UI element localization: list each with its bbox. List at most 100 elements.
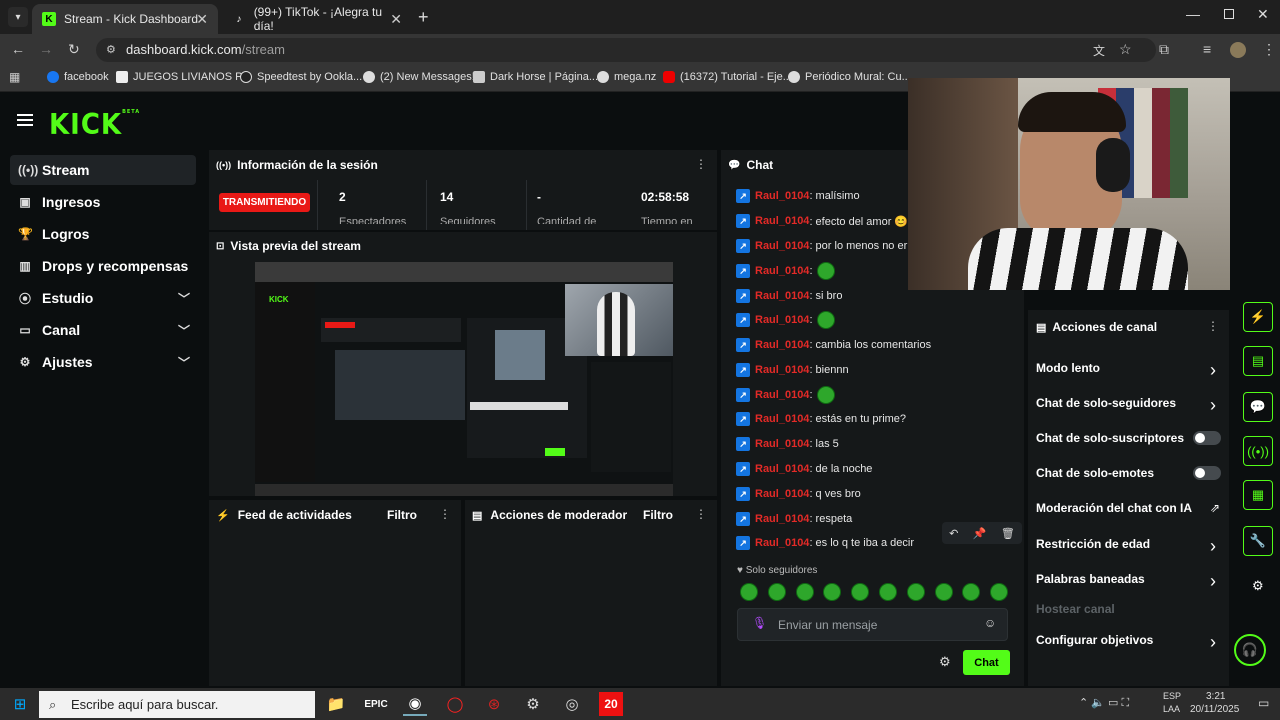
restore-button[interactable]: [1224, 9, 1234, 19]
layout-button[interactable]: ▦: [1243, 480, 1273, 510]
chevron-right-icon[interactable]: ›: [1210, 360, 1216, 381]
emote-picker-icon[interactable]: [795, 583, 814, 601]
translate-icon[interactable]: 文: [1093, 42, 1105, 59]
chat-message[interactable]: ↗ Raul_0104: efecto del amor 😊: [736, 212, 908, 230]
delete-icon[interactable]: 🗑: [1001, 527, 1015, 540]
channel-action-item[interactable]: Restricción de edad: [1036, 537, 1150, 551]
sidebar-item-ingresos[interactable]: ▣ Ingresos: [10, 187, 196, 217]
chat-username[interactable]: Raul_0104: [755, 314, 809, 326]
chat-username[interactable]: Raul_0104: [755, 290, 809, 302]
emote-picker-icon[interactable]: [906, 583, 925, 601]
extensions-icon[interactable]: ⧉: [1159, 41, 1169, 58]
chat-send-button[interactable]: Chat: [963, 650, 1010, 675]
microphone-icon[interactable]: 🎙: [752, 616, 767, 630]
more-options-icon[interactable]: ⋮: [695, 157, 707, 171]
channel-action-item[interactable]: Chat de solo-suscriptores: [1036, 431, 1184, 445]
media-icon[interactable]: ≡: [1203, 41, 1211, 57]
reply-icon[interactable]: ↶: [949, 527, 958, 540]
back-icon[interactable]: ←: [11, 41, 25, 57]
bookmark-facebook[interactable]: facebook: [47, 71, 109, 83]
chat-username[interactable]: Raul_0104: [755, 240, 809, 252]
emote-picker-icon[interactable]: [767, 583, 786, 601]
chat-username[interactable]: Raul_0104: [755, 438, 809, 450]
chevron-right-icon[interactable]: ›: [1210, 571, 1216, 592]
chat-message[interactable]: ↗ Raul_0104: por lo menos no er: [736, 237, 907, 255]
support-button[interactable]: 🎧: [1234, 634, 1266, 666]
analytics-icon[interactable]: ⇗: [1210, 501, 1220, 515]
minimize-button[interactable]: —: [1186, 6, 1200, 22]
site-info-icon[interactable]: ⚙: [106, 38, 116, 62]
tab-tiktok[interactable]: ♪ (99+) TikTok - ¡Alegra tu día! ✕: [222, 4, 412, 34]
chat-username[interactable]: Raul_0104: [755, 339, 809, 351]
chat-message[interactable]: ↗ Raul_0104: estás en tu prime?: [736, 410, 906, 428]
more-options-icon[interactable]: ⋮: [695, 507, 707, 521]
opera-icon[interactable]: ◯: [443, 692, 467, 716]
sidebar-item-logros[interactable]: 🏆 Logros: [10, 219, 196, 249]
chat-message[interactable]: ↗ Raul_0104:: [736, 311, 835, 329]
chat-username[interactable]: Raul_0104: [755, 190, 809, 202]
tools-button[interactable]: 🔧: [1243, 526, 1273, 556]
windows-start-icon[interactable]: ⊞: [8, 692, 32, 716]
notes-button[interactable]: ▤: [1243, 346, 1273, 376]
chat-message[interactable]: ↗ Raul_0104: cambia los comentarios: [736, 336, 931, 354]
file-explorer-icon[interactable]: 📁: [324, 692, 348, 716]
channel-action-item[interactable]: Configurar objetivos: [1036, 633, 1153, 647]
emote-picker-icon[interactable]: [740, 583, 758, 601]
bookmark-speedtest[interactable]: Speedtest by Ookla...: [240, 71, 362, 83]
activity-filter-button[interactable]: Filtro: [387, 508, 417, 522]
chat-username[interactable]: Raul_0104: [755, 537, 809, 549]
chat-message[interactable]: ↗ Raul_0104: de la noche: [736, 460, 872, 478]
close-window-button[interactable]: ✕: [1257, 6, 1269, 23]
apps-icon[interactable]: ▦: [9, 70, 20, 84]
clock-time[interactable]: 3:21: [1206, 691, 1225, 702]
bookmark-mega[interactable]: mega.nz: [597, 71, 656, 83]
new-tab-button[interactable]: +: [418, 7, 429, 28]
chat-username[interactable]: Raul_0104: [755, 389, 809, 401]
notifications-icon[interactable]: ▭: [1258, 696, 1269, 710]
chevron-right-icon[interactable]: ›: [1210, 536, 1216, 557]
chat-message[interactable]: ↗ Raul_0104: es lo q te iba a decir: [736, 534, 914, 552]
hamburger-menu-icon[interactable]: [17, 114, 33, 126]
toggle-switch[interactable]: [1193, 466, 1221, 480]
chat-message[interactable]: ↗ Raul_0104:: [736, 262, 835, 280]
more-options-icon[interactable]: ⋮: [1207, 319, 1219, 333]
chat-message[interactable]: ↗ Raul_0104: respeta: [736, 510, 852, 528]
channel-action-item[interactable]: Modo lento: [1036, 361, 1100, 375]
sidebar-item-stream[interactable]: ((•)) Stream: [10, 155, 196, 185]
chat-settings-icon[interactable]: ⚙: [939, 654, 951, 670]
channel-action-item[interactable]: Chat de solo-seguidores: [1036, 396, 1176, 410]
chat-username[interactable]: Raul_0104: [755, 488, 809, 500]
tray-icons[interactable]: ⌃ 🔈 ▭ ⛶: [1079, 696, 1129, 710]
tab-search-button[interactable]: ▾: [8, 7, 28, 27]
bookmark-messages[interactable]: (2) New Messages!: [363, 71, 475, 83]
settings-share-icon[interactable]: ⚙: [1252, 578, 1264, 594]
chat-message[interactable]: ↗ Raul_0104: biennn: [736, 361, 849, 379]
chat-message[interactable]: ↗ Raul_0104: si bro: [736, 287, 842, 305]
address-bar[interactable]: ⚙ dashboard.kick.com/stream: [96, 38, 1156, 62]
moderator-filter-button[interactable]: Filtro: [643, 508, 673, 522]
chat-message[interactable]: ↗ Raul_0104: malísimo: [736, 187, 860, 205]
chevron-right-icon[interactable]: ›: [1210, 632, 1216, 653]
emote-picker-icon[interactable]: [934, 583, 953, 601]
chat-username[interactable]: Raul_0104: [755, 215, 809, 227]
bookmark-star-icon[interactable]: ☆: [1119, 41, 1132, 58]
chat-message[interactable]: ↗ Raul_0104: q ves bro: [736, 485, 861, 503]
epic-games-icon[interactable]: EPIC: [364, 692, 388, 716]
sidebar-item-ajustes[interactable]: ⚙ Ajustes ﹀: [10, 347, 196, 377]
chat-toggle-button[interactable]: 💬: [1243, 392, 1273, 422]
bookmark-darkhorse[interactable]: Dark Horse | Página...: [473, 71, 598, 83]
broadcast-button[interactable]: ((•)): [1243, 436, 1273, 466]
app-20-icon[interactable]: 20: [599, 692, 623, 716]
chat-username[interactable]: Raul_0104: [755, 513, 809, 525]
stream-preview-video[interactable]: KICK: [255, 262, 673, 496]
taskbar-search-input[interactable]: ⌕ Escribe aquí para buscar.: [39, 691, 315, 718]
channel-action-item[interactable]: Palabras baneadas: [1036, 572, 1145, 586]
toggle-switch[interactable]: [1193, 431, 1221, 445]
tab-kick-dashboard[interactable]: K Stream - Kick Dashboard ✕: [32, 4, 218, 34]
kick-logo[interactable]: KICKBETA: [49, 109, 140, 142]
channel-action-item[interactable]: Moderación del chat con IA: [1036, 501, 1192, 515]
menu-icon[interactable]: ⋮: [1262, 41, 1276, 58]
channel-action-item[interactable]: Chat de solo-emotes: [1036, 466, 1154, 480]
close-tab-icon[interactable]: ✕: [196, 11, 208, 28]
sidebar-item-estudio[interactable]: ⦿ Estudio ﹀: [10, 283, 196, 313]
